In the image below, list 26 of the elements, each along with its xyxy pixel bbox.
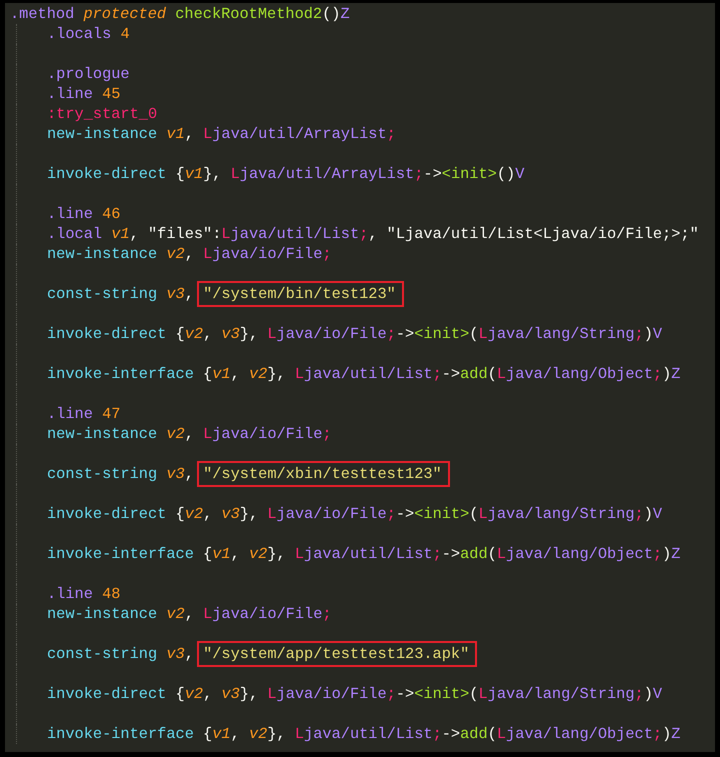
code-line: invoke-direct {v2, v3}, Ljava/io/File;-><init>(Ljava/lang/String;)V (47, 324, 662, 344)
code-line: new-instance v2, Ljava/io/File; (47, 424, 332, 444)
code-line: .line 45 (47, 84, 120, 104)
code-line: .line 48 (47, 584, 120, 604)
code-line: .prologue (47, 64, 130, 84)
code-line: invoke-interface {v1, v2}, Ljava/util/List;->add(Ljava/lang/Object;)Z (47, 364, 680, 384)
code-line: invoke-interface {v1, v2}, Ljava/util/List;->add(Ljava/lang/Object;)Z (47, 544, 680, 564)
code-line: invoke-interface {v1, v2}, Ljava/util/List;->add(Ljava/lang/Object;)Z (47, 724, 680, 744)
code-text: const-string v3, (47, 464, 195, 484)
code-line: .line 47 (47, 404, 120, 424)
code-line: new-instance v1, Ljava/util/ArrayList; (47, 124, 396, 144)
code-line: :try_start_0 (47, 104, 158, 124)
code-line: invoke-direct {v1}, Ljava/util/ArrayList;-><init>()V (47, 164, 524, 184)
highlighted-string: "/system/app/testtest123.apk" (197, 641, 478, 667)
code-text: const-string v3, (47, 284, 195, 304)
code-line: .local v1, "files":Ljava/util/List;, "Ljava/util/List<Ljava/io/File;>;" (47, 224, 699, 244)
highlighted-string: "/system/bin/test123" (197, 281, 404, 307)
code-line: .method protected checkRootMethod2()Z (10, 4, 350, 24)
code-line: .line 46 (47, 204, 120, 224)
code-line: new-instance v2, Ljava/io/File; (47, 244, 332, 264)
code-line: new-instance v2, Ljava/io/File; (47, 604, 332, 624)
code-line: invoke-direct {v2, v3}, Ljava/io/File;-><init>(Ljava/lang/String;)V (47, 684, 662, 704)
code-text: const-string v3, (47, 644, 195, 664)
code-line: .locals 4 (47, 24, 130, 44)
highlighted-string: "/system/xbin/testtest123" (197, 461, 450, 487)
code-line: invoke-direct {v2, v3}, Ljava/io/File;-><init>(Ljava/lang/String;)V (47, 504, 662, 524)
